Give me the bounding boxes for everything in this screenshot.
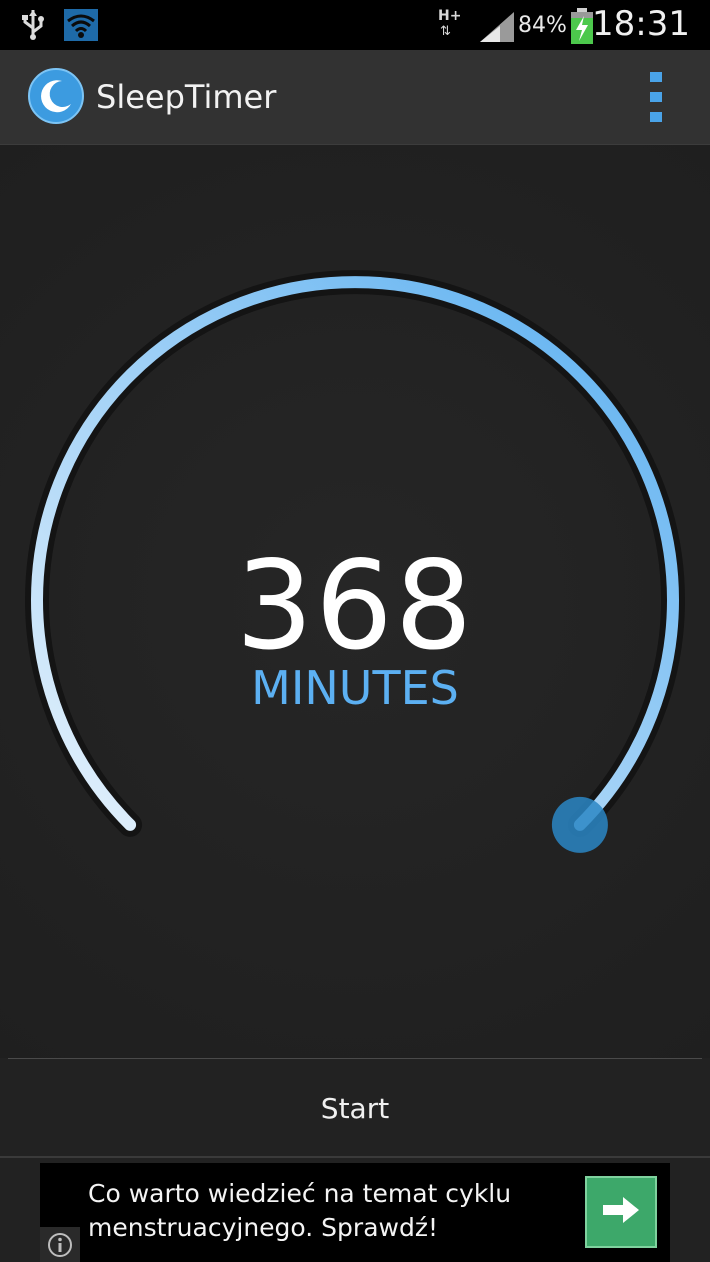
data-activity-icon: ⇅	[440, 24, 451, 39]
app-bar: SleepTimer	[0, 50, 710, 145]
ad-text: Co warto wiedzieć na temat cyklu menstru…	[88, 1179, 512, 1242]
sleeptimer-screen: H+ ⇅ 84% 18:31 SleepTimer 368 MINUTES St…	[0, 0, 710, 1262]
app-title: SleepTimer	[96, 78, 277, 116]
overflow-menu-icon[interactable]	[644, 70, 668, 124]
start-button[interactable]: Start	[0, 1059, 710, 1157]
divider	[0, 1156, 710, 1158]
moon-icon	[28, 68, 84, 128]
start-area: Start	[0, 1058, 710, 1158]
usb-icon	[20, 8, 46, 44]
info-icon[interactable]	[40, 1227, 80, 1262]
clock-time: 18:31	[592, 4, 690, 44]
signal-icon	[480, 12, 514, 46]
timer-dial-area: 368 MINUTES	[0, 145, 710, 1060]
timer-unit: MINUTES	[251, 661, 459, 715]
battery-charging-icon	[570, 8, 594, 48]
dial-handle[interactable]	[551, 796, 608, 853]
ad-open-button[interactable]	[585, 1176, 657, 1248]
ad-banner[interactable]: Co warto wiedzieć na temat cyklu menstru…	[40, 1163, 670, 1262]
timer-value: 368	[235, 535, 475, 677]
battery-percent: 84%	[518, 13, 567, 38]
arrow-right-icon	[601, 1195, 641, 1229]
network-type-label: H+	[438, 8, 462, 24]
status-bar: H+ ⇅ 84% 18:31	[0, 0, 710, 50]
wifi-icon	[64, 9, 98, 45]
